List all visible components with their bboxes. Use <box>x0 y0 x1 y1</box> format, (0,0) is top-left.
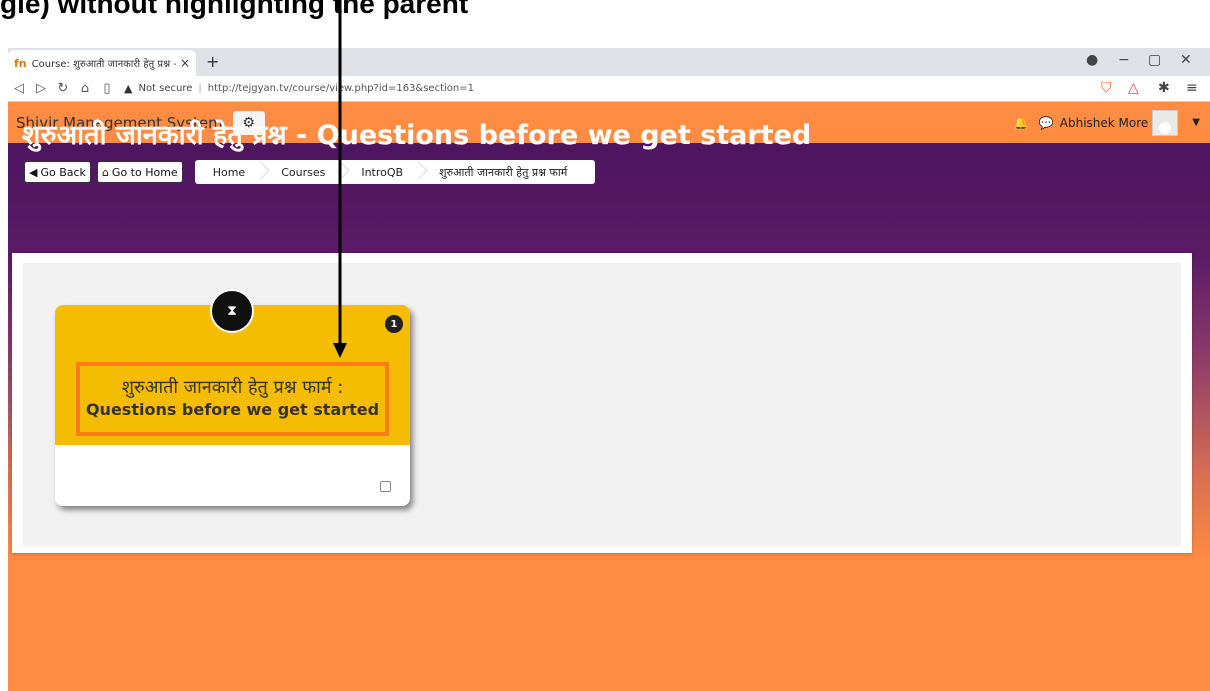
tab-title: Course: शुरुआती जानकारी हेतु प्रश्न - C <box>31 59 176 70</box>
chevron-down-icon[interactable]: ▼ <box>1192 117 1200 128</box>
go-back-button[interactable]: ◀ Go Back <box>24 161 91 183</box>
home-icon[interactable]: ⌂ <box>74 81 96 96</box>
forward-arrow-icon[interactable]: ▷ <box>30 81 52 96</box>
card-footer <box>55 445 410 506</box>
minimize-icon[interactable]: − <box>1118 52 1130 68</box>
address-bar-row: ◁ ▷ ↻ ⌂ ▯ ▲ Not secure | http://tejgyan.… <box>8 76 1210 102</box>
reload-icon[interactable]: ↻ <box>52 81 74 96</box>
hourglass-icon: ⧗ <box>210 289 254 333</box>
user-avatar-icon[interactable] <box>1152 109 1179 136</box>
new-tab-button[interactable]: + <box>206 52 219 71</box>
breadcrumb: Home Courses IntroQB शुरुआती जानकारी हेत… <box>194 160 596 184</box>
count-badge: 1 <box>385 315 403 333</box>
back-circle-icon: ◀ <box>29 165 38 179</box>
bell-icon[interactable]: 🔔 <box>1014 116 1029 130</box>
menu-icon[interactable]: ≡ <box>1186 80 1198 96</box>
warning-icon: ▲ <box>124 82 133 95</box>
activity-card[interactable]: ⧗ 1 शुरुआती जानकारी हेतु प्रश्न फार्म : … <box>55 289 410 506</box>
url-text: http://tejgyan.tv/course/view.php?id=163… <box>207 83 474 94</box>
go-home-button[interactable]: ⌂ Go to Home <box>96 161 183 183</box>
go-home-label: Go to Home <box>111 165 178 179</box>
completion-checkbox[interactable] <box>380 481 391 492</box>
page-title: शुरुआती जानकारी हेतु प्रश्न - Questions … <box>22 120 812 151</box>
tab-strip: fn Course: शुरुआती जानकारी हेतु प्रश्न -… <box>8 48 1210 76</box>
home-icon: ⌂ <box>101 165 109 179</box>
go-back-label: Go Back <box>40 165 86 179</box>
bookmark-icon[interactable]: ▯ <box>96 81 118 96</box>
site-favicon-icon: fn <box>14 56 27 70</box>
caption-line: gle) without highlighting the parent <box>0 0 469 19</box>
record-icon[interactable]: ● <box>1086 52 1098 68</box>
address-bar[interactable]: ▲ Not secure | http://tejgyan.tv/course/… <box>124 78 1064 99</box>
avatar-head <box>1159 121 1172 134</box>
browser-tab-course[interactable]: fn Course: शुरुआती जानकारी हेतु प्रश्न -… <box>8 50 196 76</box>
back-arrow-icon[interactable]: ◁ <box>8 81 30 96</box>
breadcrumb-courses[interactable]: Courses <box>263 166 343 179</box>
close-tab-icon[interactable]: × <box>180 56 190 70</box>
caption-text: gle) without highlighting the parent <box>0 0 1210 48</box>
card-title-english: Questions before we get started <box>85 400 380 419</box>
user-menu: 🔔 💬 Abhishek More ▼ <box>1004 102 1200 143</box>
user-name[interactable]: Abhishek More <box>1060 116 1149 130</box>
breadcrumb-current: शुरुआती जानकारी हेतु प्रश्न फार्म <box>439 165 568 179</box>
close-window-icon[interactable]: ✕ <box>1180 52 1192 68</box>
breadcrumb-introqb[interactable]: IntroQB <box>343 166 421 179</box>
card-title-highlight[interactable]: शुरुआती जानकारी हेतु प्रश्न फार्म : Ques… <box>76 362 389 436</box>
extensions-icon[interactable]: ✱ <box>1158 80 1170 96</box>
card-title-hindi: शुरुआती जानकारी हेतु प्रश्न फार्म : <box>121 377 344 398</box>
header-actions: ◀ Go Back ⌂ Go to Home Home Courses Intr… <box>24 160 596 184</box>
security-label: Not secure <box>138 83 193 94</box>
chat-icon[interactable]: 💬 <box>1039 116 1054 130</box>
address-separator: | <box>198 83 202 94</box>
breadcrumb-home[interactable]: Home <box>195 166 263 179</box>
maximize-icon[interactable]: ▢ <box>1148 52 1161 68</box>
brave-shield-icon[interactable]: ⛉ <box>1101 80 1112 96</box>
brave-rewards-icon[interactable]: △ <box>1128 80 1139 96</box>
